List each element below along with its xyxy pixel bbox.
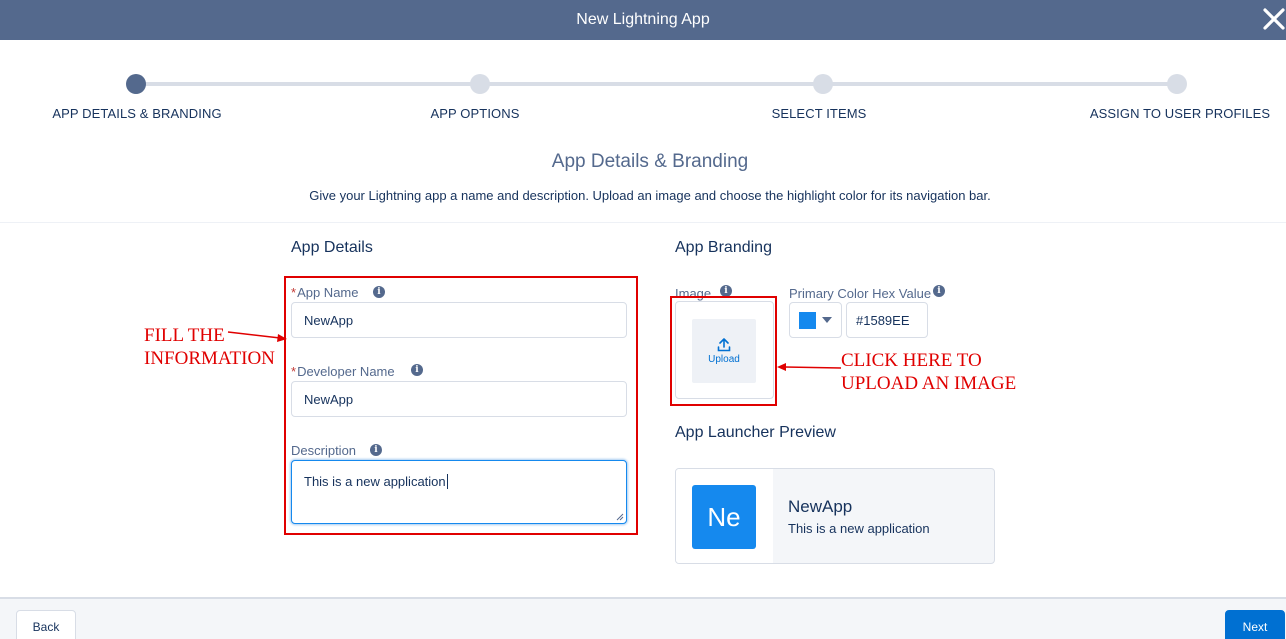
developer-name-label-text: Developer Name <box>297 364 395 379</box>
annotation-fill-line2: INFORMATION <box>144 348 275 369</box>
back-button[interactable]: Back <box>16 610 76 639</box>
info-icon[interactable]: i <box>933 285 945 297</box>
close-icon <box>1263 8 1285 30</box>
annotation-upload-line2: UPLOAD AN IMAGE <box>841 373 1017 394</box>
text-caret <box>446 474 448 489</box>
preview-title: App Launcher Preview <box>675 424 836 441</box>
divider <box>0 222 1286 223</box>
color-hex-input[interactable]: #1589EE <box>846 302 928 338</box>
required-mark: * <box>291 364 297 379</box>
resize-grip-icon[interactable] <box>616 513 624 521</box>
chevron-down-icon <box>822 317 832 323</box>
step-2-dot[interactable] <box>470 74 490 94</box>
description-value: This is a new application <box>304 474 446 489</box>
modal-header: New Lightning App <box>0 0 1286 40</box>
info-icon[interactable]: i <box>370 444 382 456</box>
modal-footer <box>0 597 1286 639</box>
step-1-dot[interactable] <box>126 74 146 94</box>
color-swatch-dropdown[interactable] <box>789 302 842 338</box>
annotation-arrow-upload <box>777 363 842 371</box>
preview-app-name: NewApp <box>788 497 853 516</box>
step-1-label: APP DETAILS & BRANDING <box>52 106 222 121</box>
info-icon[interactable]: i <box>720 285 732 297</box>
color-hex-value: #1589EE <box>856 312 910 328</box>
app-branding-title: App Branding <box>675 239 772 256</box>
required-mark: * <box>291 285 297 300</box>
step-3-dot[interactable] <box>813 74 833 94</box>
app-name-value: NewApp <box>304 312 354 328</box>
description-label: Description <box>291 443 357 458</box>
color-swatch <box>799 312 816 329</box>
developer-name-input[interactable]: NewApp <box>291 381 627 417</box>
modal-title: New Lightning App <box>576 11 710 28</box>
close-button[interactable] <box>1260 4 1286 34</box>
description-textarea[interactable]: This is a new application <box>291 460 627 524</box>
upload-icon <box>717 337 731 351</box>
step-3-label: SELECT ITEMS <box>771 106 867 121</box>
section-description: Give your Lightning app a name and descr… <box>309 188 991 203</box>
annotation-arrow-fill <box>227 331 287 342</box>
developer-name-label: *Developer Name <box>291 364 395 379</box>
developer-name-value: NewApp <box>304 391 354 407</box>
color-label: Primary Color Hex Value <box>789 286 932 301</box>
image-label: Image <box>675 286 712 301</box>
preview-tile-area: Ne <box>676 469 773 563</box>
preview-app-description: This is a new application <box>788 521 930 536</box>
app-tile: Ne <box>692 485 756 549</box>
upload-label: Upload <box>708 353 740 365</box>
step-4-dot[interactable] <box>1167 74 1187 94</box>
info-icon[interactable]: i <box>411 364 423 376</box>
annotation-upload-line1: CLICK HERE TO <box>841 350 982 371</box>
image-upload-box: Upload <box>675 301 774 399</box>
annotation-upload: CLICK HERE TO UPLOAD AN IMAGE <box>841 349 1016 395</box>
step-2-label: APP OPTIONS <box>430 106 520 121</box>
app-name-label: *App Name <box>291 285 358 300</box>
app-name-input[interactable]: NewApp <box>291 302 627 338</box>
progress-track <box>136 82 1177 86</box>
upload-button[interactable]: Upload <box>692 319 756 383</box>
app-launcher-preview-card: Ne NewApp This is a new application <box>675 468 995 564</box>
section-title: App Details & Branding <box>551 151 749 172</box>
app-name-label-text: App Name <box>297 285 359 300</box>
app-details-title: App Details <box>291 239 373 256</box>
info-icon[interactable]: i <box>373 286 385 298</box>
step-4-label: ASSIGN TO USER PROFILES <box>1089 106 1271 121</box>
next-button[interactable]: Next <box>1225 610 1285 639</box>
